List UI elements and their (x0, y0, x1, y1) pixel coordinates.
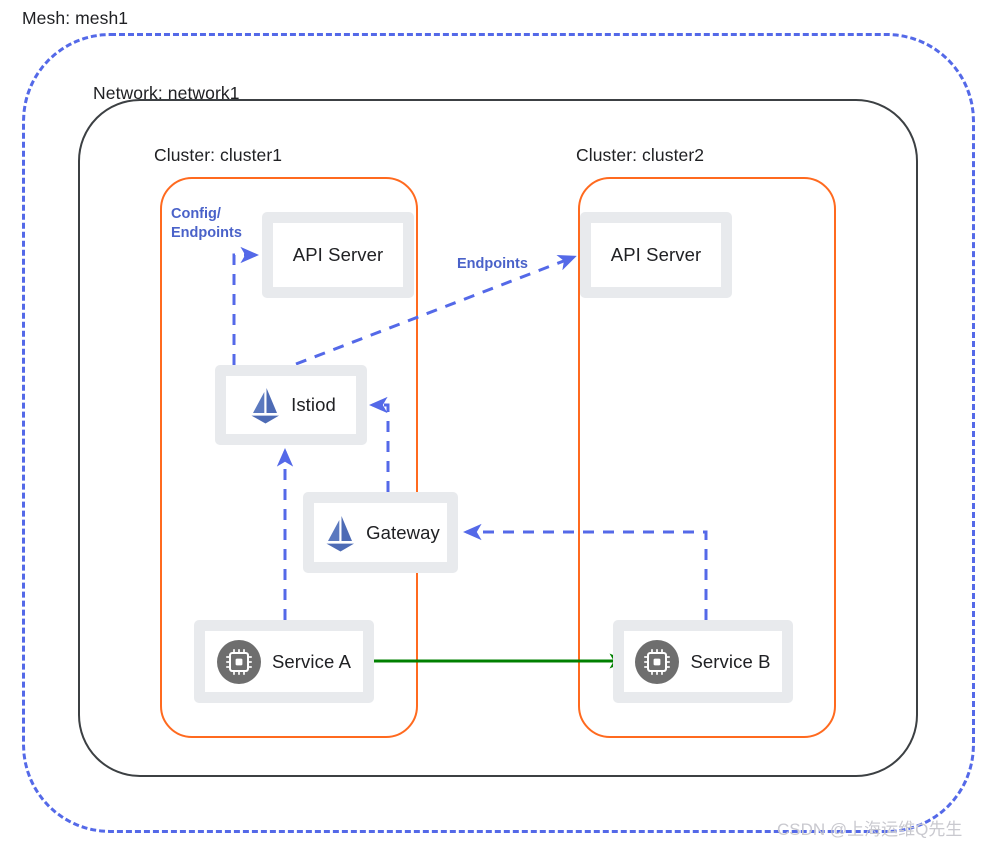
node-service-b-body: Service B (624, 631, 782, 692)
node-istiod-body: Istiod (226, 376, 356, 434)
node-istiod[interactable]: Istiod (215, 365, 367, 445)
node-api-server-cluster2-body: API Server (591, 223, 721, 287)
chip-icon (635, 639, 680, 684)
edge-label-endpoints: Endpoints (457, 256, 528, 272)
node-service-a-body: Service A (205, 631, 363, 692)
node-api-server-cluster2-label: API Server (610, 244, 702, 265)
node-api-server-cluster1[interactable]: API Server (262, 212, 414, 298)
cluster1-label: Cluster: cluster1 (154, 145, 283, 165)
istio-sailboat-icon (326, 515, 355, 551)
diagram-canvas: Mesh: mesh1 Network: network1 Cluster: c… (0, 0, 999, 848)
edge-label-config-endpoints: Config/ Endpoints (171, 206, 242, 241)
istio-sailboat-icon (251, 388, 280, 424)
node-service-a[interactable]: Service A (194, 620, 374, 703)
node-service-b-label: Service B (690, 650, 771, 672)
cluster2-label: Cluster: cluster2 (576, 145, 705, 165)
node-service-b[interactable]: Service B (613, 620, 793, 703)
watermark: CSDN @上海运维Q先生 (777, 820, 963, 839)
node-gateway-body: Gateway (314, 503, 447, 562)
node-gateway-label: Gateway (366, 521, 440, 543)
mesh-label: Mesh: mesh1 (22, 8, 129, 28)
node-istiod-label: Istiod (291, 394, 336, 415)
node-service-a-label: Service A (271, 650, 352, 672)
node-gateway[interactable]: Gateway (303, 492, 458, 573)
node-api-server-cluster1-body: API Server (273, 223, 403, 287)
network-label: Network: network1 (93, 83, 240, 103)
node-api-server-cluster1-label: API Server (292, 244, 384, 265)
chip-icon (216, 639, 261, 684)
node-api-server-cluster2[interactable]: API Server (580, 212, 732, 298)
